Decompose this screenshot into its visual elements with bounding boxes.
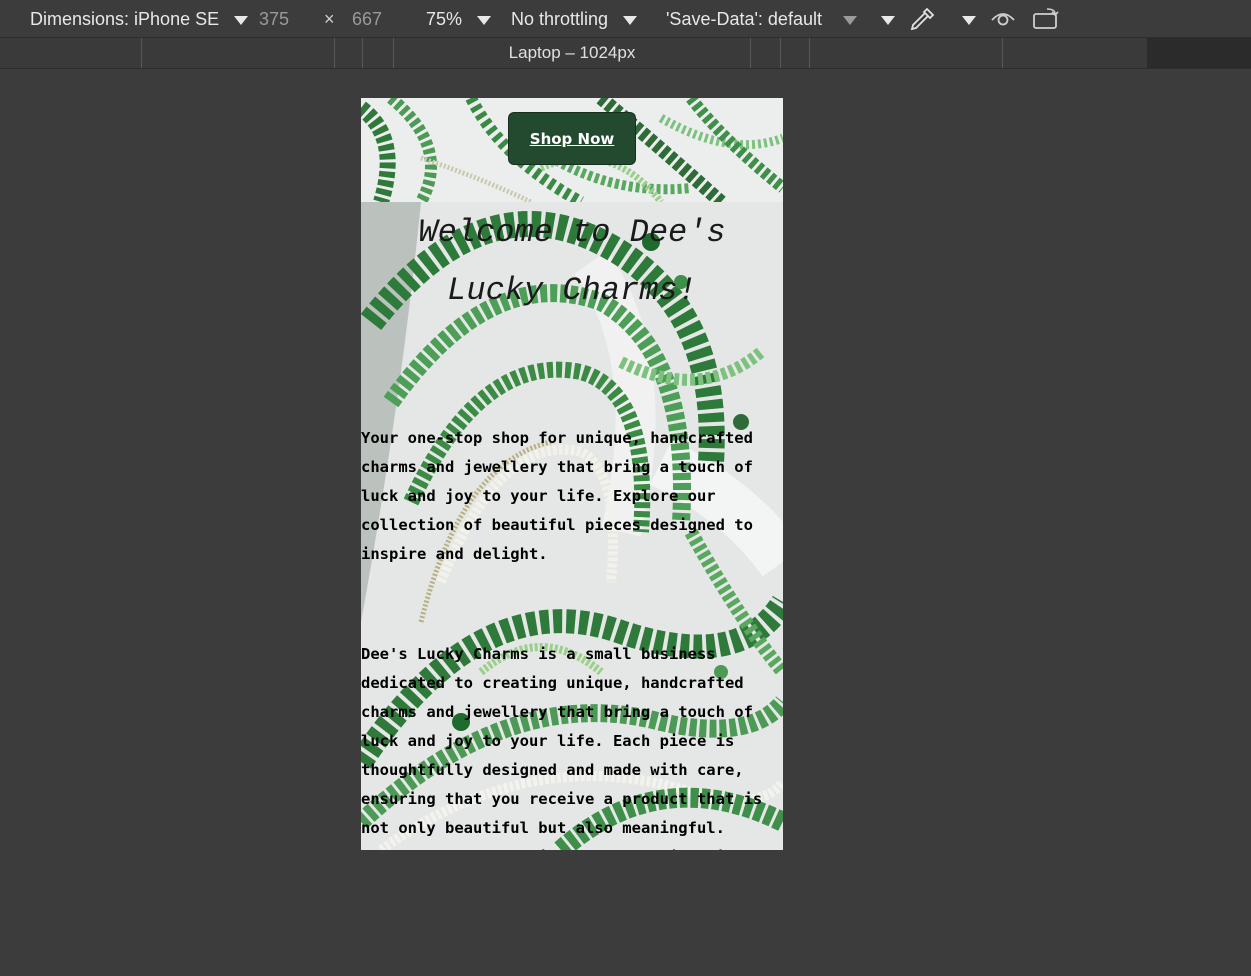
width-input[interactable]: 375 (259, 8, 289, 30)
emulated-viewport[interactable]: Shop Now Welcome to Dee's Lucky Charms! … (361, 98, 783, 850)
rotate-icon[interactable] (1031, 6, 1061, 32)
media-query-segment-wide[interactable] (1147, 38, 1251, 68)
chevron-down-icon (962, 15, 976, 25)
device-toolbar: Dimensions: iPhone SE 375 × 667 75% No t… (0, 0, 1251, 37)
chevron-down-icon (234, 15, 249, 25)
shop-now-button[interactable]: Shop Now (508, 112, 636, 165)
device-label: Dimensions: iPhone SE (30, 9, 220, 29)
welcome-section: Welcome to Dee's Lucky Charms! Your one-… (361, 202, 783, 850)
hero-banner: Shop Now (361, 98, 783, 202)
more-options-dropdown[interactable] (871, 8, 895, 30)
height-input[interactable]: 667 (352, 8, 382, 30)
times-icon: × (324, 9, 335, 29)
throttling-selector[interactable]: No throttling (511, 8, 638, 30)
chevron-down-icon (477, 15, 492, 25)
chevron-down-icon (623, 15, 638, 25)
device-selector[interactable]: Dimensions: iPhone SE (30, 8, 249, 30)
media-query-label: Laptop – 1024px (508, 43, 636, 62)
eyedropper-icon[interactable] (908, 6, 936, 32)
title-line-1: Welcome to Dee's (418, 214, 726, 251)
intro-paragraph: Your one-stop shop for unique, handcraft… (361, 429, 753, 563)
save-data-label: 'Save-Data': default (666, 9, 822, 29)
media-query-bar[interactable]: Laptop – 1024px (0, 37, 1251, 69)
eye-icon[interactable] (989, 6, 1017, 32)
zoom-label: 75% (426, 9, 463, 29)
chevron-down-icon (881, 15, 895, 25)
chevron-down-icon (842, 15, 857, 25)
title-line-2: Lucky Charms! (447, 272, 697, 309)
page-title: Welcome to Dee's Lucky Charms! (361, 204, 783, 320)
about-paragraph: Dee's Lucky Charms is a small business d… (361, 645, 772, 850)
zoom-selector[interactable]: 75% (426, 8, 492, 30)
vision-dropdown[interactable] (952, 8, 976, 30)
throttling-label: No throttling (511, 9, 609, 29)
save-data-selector[interactable]: 'Save-Data': default (666, 8, 857, 30)
